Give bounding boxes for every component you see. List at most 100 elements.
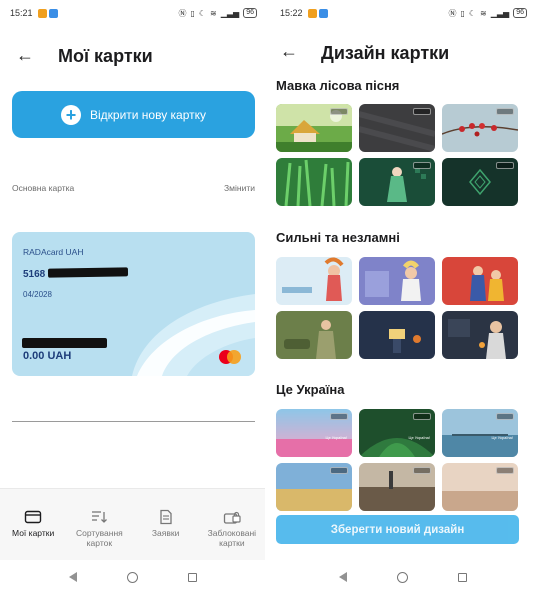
system-recents-icon[interactable] xyxy=(187,572,197,582)
open-new-card-button[interactable]: + Відкрити нову картку xyxy=(12,91,255,138)
mastercard-logo-icon xyxy=(219,350,241,364)
card-name: RADAcard UAH xyxy=(23,247,84,257)
redacted-number xyxy=(47,267,129,278)
nav-my-cards[interactable]: Мої картки xyxy=(0,489,66,560)
main-card-label: Основна картка xyxy=(12,183,75,193)
app-notification-icon xyxy=(48,8,58,18)
nfc-icon: Ⓝ xyxy=(178,8,187,18)
status-time: 15:22 xyxy=(280,8,303,18)
design-tile[interactable] xyxy=(442,104,518,152)
status-bar: 15:22 Ⓝ ▯ ☾ ≋ ▁▃▅ 96 xyxy=(280,6,527,20)
design-thumbnail xyxy=(359,311,435,359)
card-chip-icon xyxy=(413,467,431,474)
card-chip-icon xyxy=(496,467,514,474)
plus-icon: + xyxy=(60,104,81,125)
design-tile[interactable] xyxy=(442,158,518,206)
card-expiry: 04/2028 xyxy=(23,290,52,299)
system-home-icon[interactable] xyxy=(126,571,138,583)
design-tile[interactable]: Це Україна! xyxy=(276,409,352,457)
my-cards-screen: 15:21 Ⓝ ▯ ☾ ≋ ▁▃▅ 96 ← Мої картки + Відк… xyxy=(0,0,265,600)
divider xyxy=(12,421,255,422)
notification-icons xyxy=(37,8,58,18)
design-tile[interactable]: Це Україна! xyxy=(442,409,518,457)
design-tile[interactable]: Це Україна! xyxy=(359,409,435,457)
design-grid-mavka xyxy=(276,104,519,206)
page-title: Дизайн картки xyxy=(321,43,450,63)
card-chip-icon xyxy=(496,108,514,115)
design-tile[interactable] xyxy=(276,158,352,206)
design-grid-strong xyxy=(276,257,519,359)
design-tile[interactable] xyxy=(359,311,435,359)
moon-icon: ☾ xyxy=(468,8,477,18)
design-thumbnail xyxy=(359,257,435,305)
redacted-holder xyxy=(22,338,107,348)
section-title-ukraine: Це Україна xyxy=(276,382,345,397)
card-chip-icon xyxy=(330,467,348,474)
tile-caption: Це Україна! xyxy=(491,435,513,440)
system-recents-icon[interactable] xyxy=(457,572,467,582)
design-tile[interactable] xyxy=(276,257,352,305)
bottom-nav: Мої картки Сортування карток Заявки Забл… xyxy=(0,488,265,560)
design-thumbnail xyxy=(442,311,518,359)
app-notification-icon xyxy=(318,8,328,18)
design-tile[interactable] xyxy=(276,311,352,359)
card-design-screen: 15:22 Ⓝ ▯ ☾ ≋ ▁▃▅ 96 ← Дизайн картки Мав… xyxy=(270,0,535,600)
nav-label: Заявки xyxy=(151,528,180,538)
design-thumbnail xyxy=(442,257,518,305)
save-design-button[interactable]: Зберегти новий дизайн xyxy=(276,515,519,544)
back-arrow-icon[interactable]: ← xyxy=(16,46,34,64)
status-icons: Ⓝ ▯ ☾ ≋ ▁▃▅ 96 xyxy=(178,8,257,19)
back-arrow-icon[interactable]: ← xyxy=(280,42,298,60)
design-grid-ukraine: Це Україна! Це Україна! Це Україна! xyxy=(276,409,519,511)
document-icon xyxy=(159,509,172,525)
nav-label: Заблоковані картки xyxy=(207,528,257,548)
card-chip-icon xyxy=(413,108,431,115)
card-chip-icon xyxy=(330,108,348,115)
system-back-icon[interactable] xyxy=(338,572,347,582)
system-back-icon[interactable] xyxy=(68,572,77,582)
card-balance: 0.00 UAH xyxy=(23,350,72,362)
wifi-icon: ≋ xyxy=(480,8,487,18)
system-nav-bar xyxy=(0,565,265,589)
payment-card[interactable]: RADAcard UAH 5168 04/2028 0.00 UAH xyxy=(12,232,255,376)
design-tile[interactable] xyxy=(359,158,435,206)
design-tile[interactable] xyxy=(359,257,435,305)
app-notification-icon xyxy=(37,8,47,18)
app-notification-icon xyxy=(307,8,317,18)
section-title-strong: Сильні та незламні xyxy=(276,230,400,245)
lock-card-icon xyxy=(223,511,241,524)
sort-icon xyxy=(92,511,108,523)
nav-blocked-cards[interactable]: Заблоковані картки xyxy=(199,489,265,560)
card-chip-icon xyxy=(330,413,348,420)
open-new-card-label: Відкрити нову картку xyxy=(89,107,207,122)
design-tile[interactable] xyxy=(359,104,435,152)
design-tile[interactable] xyxy=(442,257,518,305)
design-thumbnail xyxy=(276,158,352,206)
signal-icon: ▁▃▅ xyxy=(220,8,240,18)
nav-label: Мої картки xyxy=(12,528,55,538)
battery-icon: 96 xyxy=(513,8,527,18)
signal-icon: ▁▃▅ xyxy=(490,8,510,18)
card-chip-icon xyxy=(413,162,431,169)
card-chip-icon xyxy=(496,162,514,169)
vibrate-icon: ▯ xyxy=(190,8,195,18)
moon-icon: ☾ xyxy=(198,8,207,18)
design-tile[interactable] xyxy=(442,463,518,511)
tile-caption: Це Україна! xyxy=(408,435,430,440)
battery-icon: 96 xyxy=(243,8,257,18)
design-tile[interactable] xyxy=(359,463,435,511)
card-icon xyxy=(24,510,42,524)
page-title: Мої картки xyxy=(58,46,153,66)
change-link[interactable]: Змінити xyxy=(224,183,255,193)
main-card-row: Основна картка Змінити xyxy=(12,183,255,193)
nav-requests[interactable]: Заявки xyxy=(133,489,199,560)
design-tile[interactable] xyxy=(276,463,352,511)
system-home-icon[interactable] xyxy=(396,571,408,583)
design-tile[interactable] xyxy=(442,311,518,359)
nav-sort-cards[interactable]: Сортування карток xyxy=(66,489,132,560)
nfc-icon: Ⓝ xyxy=(448,8,457,18)
card-number: 5168 xyxy=(23,269,46,280)
status-time: 15:21 xyxy=(10,8,33,18)
design-tile[interactable] xyxy=(276,104,352,152)
nav-label: Сортування карток xyxy=(75,528,123,548)
